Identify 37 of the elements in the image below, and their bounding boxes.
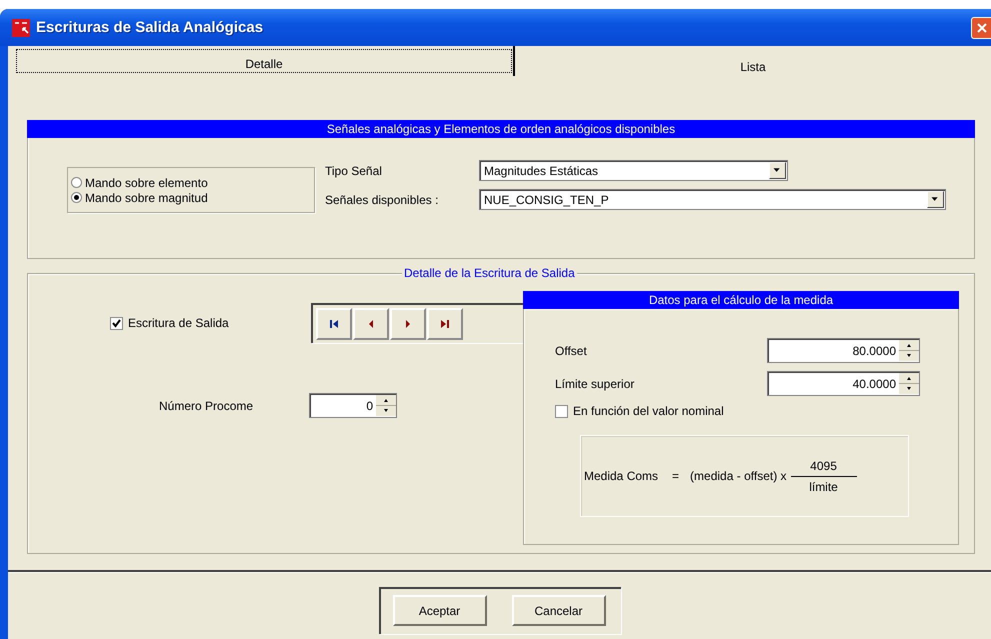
denominator: límite: [809, 480, 838, 494]
formula-expression: (medida - offset) x: [690, 469, 787, 483]
app-icon: [12, 18, 30, 36]
field-label: Señales disponibles :: [325, 192, 440, 206]
numerator: 4095: [810, 458, 837, 472]
formula-term: Medida Coms: [584, 469, 658, 483]
first-button[interactable]: [316, 308, 352, 340]
dialog-button[interactable]: Aceptar: [392, 595, 486, 626]
offset-field[interactable]: 80.0000: [767, 338, 920, 363]
radio-circle[interactable]: [71, 192, 82, 203]
upper-limit-field[interactable]: 40.0000: [767, 371, 920, 396]
skip-end-icon: [439, 318, 451, 330]
equals-sign: =: [672, 469, 680, 483]
close-button[interactable]: [971, 16, 991, 38]
field-label: Offset: [555, 344, 587, 358]
window-title: Escrituras de Salida Analógicas: [36, 19, 264, 36]
dialog-button[interactable]: Cancelar: [512, 595, 606, 626]
section-header: Señales analógicas y Elementos de orden analógicos disponibles: [27, 120, 975, 138]
section-header: Datos para el cálculo de la medida: [523, 291, 959, 309]
output-write-checkbox[interactable]: Escritura de Salida: [28, 316, 311, 330]
mode-radio[interactable]: Mando sobre elemento: [71, 176, 314, 190]
mode-radio[interactable]: Mando sobre magnitud: [71, 190, 314, 204]
nominal-checkbox[interactable]: En función del valor nominal: [555, 404, 920, 418]
last-button[interactable]: [427, 308, 463, 340]
signals-dropdown[interactable]: NUE_CONSIG_TEN_P: [479, 189, 946, 210]
checkbox-box[interactable]: [555, 404, 568, 418]
group-title: Detalle de la Escritura de Salida: [402, 266, 577, 280]
checkbox-box[interactable]: [110, 316, 123, 330]
signal-type-dropdown[interactable]: Magnitudes Estáticas: [479, 160, 788, 181]
skip-start-icon: [328, 318, 340, 330]
procome-number-field[interactable]: 0: [309, 393, 397, 418]
field-label: Número Procome: [158, 398, 254, 412]
tab[interactable]: Detalle: [15, 48, 513, 74]
field-label: Tipo Señal: [325, 164, 383, 178]
field-label: Límite superior: [555, 376, 634, 390]
radio-circle[interactable]: [71, 177, 82, 188]
close-icon: [976, 22, 988, 34]
